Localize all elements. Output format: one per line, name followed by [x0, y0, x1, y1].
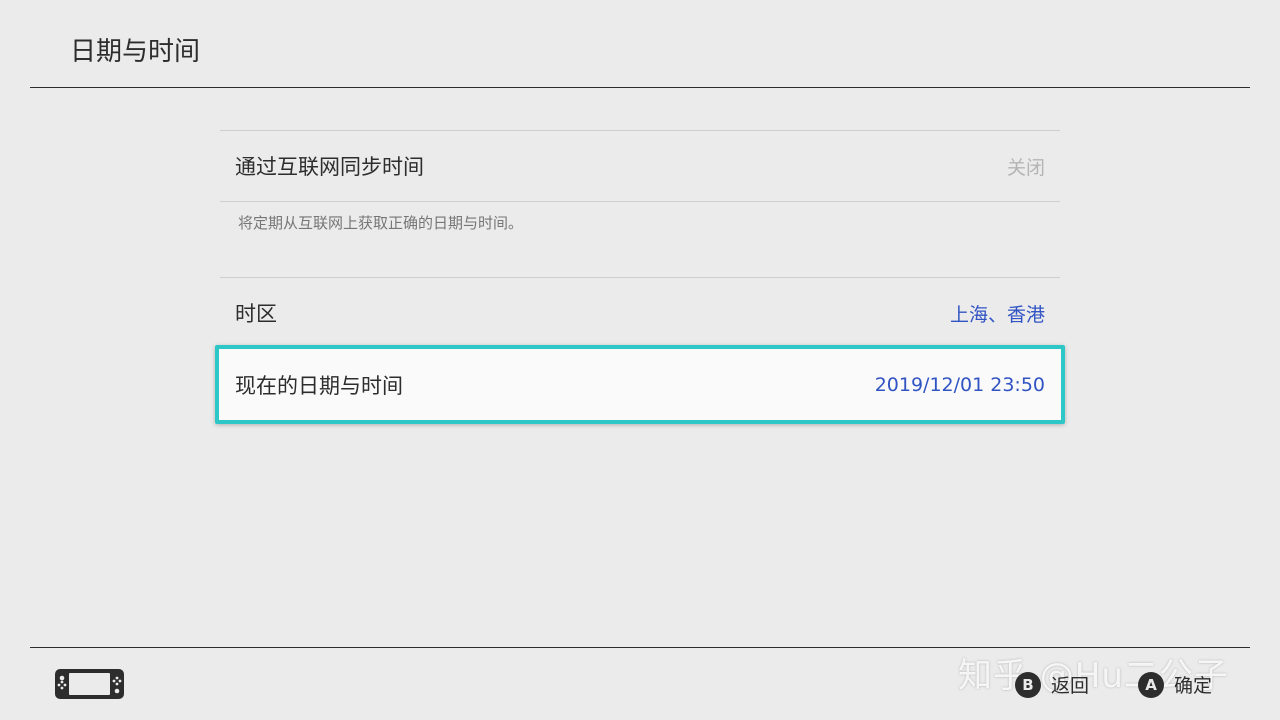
confirm-button[interactable]: A 确定: [1138, 671, 1212, 698]
current-datetime-label: 现在的日期与时间: [235, 373, 403, 398]
confirm-label: 确定: [1174, 675, 1213, 697]
sync-time-label: 通过互联网同步时间: [235, 155, 424, 179]
sync-time-description: 将定期从互联网上获取正确的日期与时间。: [238, 214, 524, 232]
sync-time-value: 关闭: [1006, 156, 1045, 179]
header-divider: [30, 87, 1250, 88]
back-button[interactable]: B 返回: [1015, 671, 1089, 698]
page-title: 日期与时间: [70, 37, 201, 67]
a-button-icon: A: [1138, 671, 1164, 698]
sync-time-row[interactable]: 通过互联网同步时间 关闭: [220, 131, 1060, 201]
b-button-icon: B: [1015, 671, 1041, 698]
back-label: 返回: [1051, 675, 1090, 697]
list-divider: [220, 201, 1060, 202]
timezone-value: 上海、香港: [949, 303, 1045, 326]
timezone-label: 时区: [235, 302, 277, 326]
current-datetime-value: 2019/12/01 23:50: [874, 373, 1045, 396]
handheld-console-icon: [55, 669, 124, 699]
current-datetime-row[interactable]: 现在的日期与时间 2019/12/01 23:50: [215, 345, 1065, 424]
timezone-row[interactable]: 时区 上海、香港: [220, 278, 1060, 348]
